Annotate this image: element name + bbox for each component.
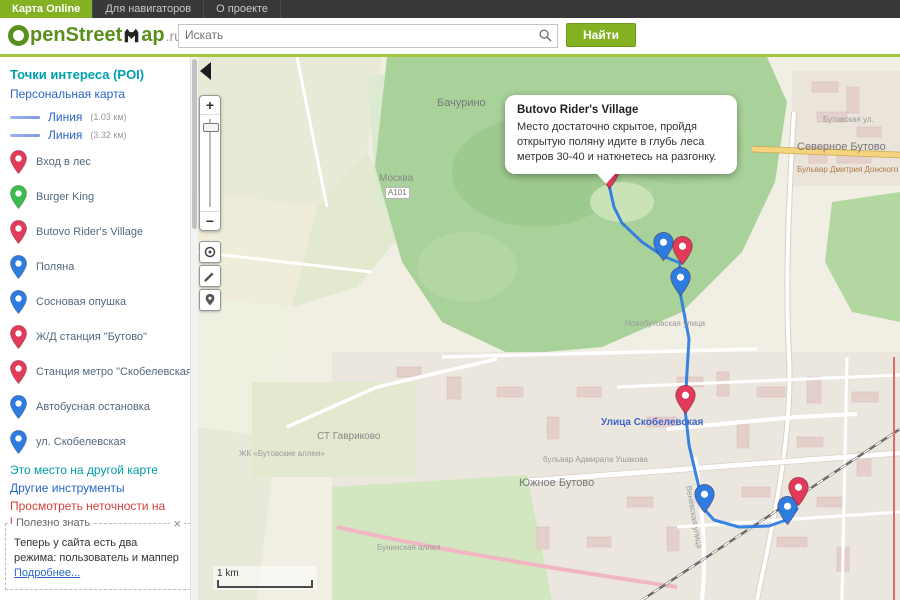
line-label: Линия — [48, 128, 83, 142]
search-input[interactable] — [179, 25, 531, 45]
collapse-sidebar-arrow-icon[interactable] — [200, 62, 211, 80]
measure-button[interactable] — [199, 265, 221, 287]
search-box — [178, 24, 558, 48]
link-other-map[interactable]: Это место на другой карте — [10, 463, 190, 477]
poi-label: ул. Скобелевская — [36, 435, 126, 448]
zoom-in-button[interactable]: + — [200, 96, 220, 114]
tab-about[interactable]: О проекте — [204, 0, 282, 18]
poi-list-item[interactable]: Ж/Д станция "Бутово" — [10, 319, 190, 354]
poi-label: Сосновая опушка — [36, 295, 127, 308]
line-length: (1.03 км) — [90, 112, 127, 122]
add-marker-button[interactable] — [199, 289, 221, 311]
poi-list-item[interactable]: Сосновая опушка — [10, 284, 190, 319]
zoom-out-button[interactable]: − — [200, 212, 220, 230]
map-pin-icon — [10, 219, 27, 244]
popup-title: Butovo Rider's Village — [517, 104, 639, 116]
poi-list-item[interactable]: Поляна — [10, 249, 190, 284]
map-scale: 1 km — [213, 566, 317, 590]
poi-label: Butovo Rider's Village — [36, 225, 144, 238]
popup-text: Место достаточно скрытое, пройдя открыту… — [517, 121, 717, 163]
poi-list-item[interactable]: Burger King — [10, 179, 190, 214]
map-canvas[interactable]: Бачурино Москва А101 Северное Бутово Бут… — [197, 57, 900, 600]
zoom-slider[interactable] — [200, 114, 220, 212]
map-pin-icon — [10, 429, 27, 454]
poi-label: Вход в лес — [36, 155, 91, 168]
tab-navigators[interactable]: Для навигаторов — [93, 0, 205, 18]
map-pin-icon — [10, 149, 27, 174]
poi-label: Автобусная остановка — [36, 400, 150, 413]
poi-label: Станция метро "Скобелевская" — [36, 365, 190, 378]
map-pin-icon — [10, 324, 27, 349]
line-item-2[interactable]: Линия (3.32 км) — [10, 126, 190, 144]
line-swatch-icon — [10, 133, 40, 137]
sidebar: Точки интереса (POI) Персональная карта … — [0, 57, 190, 600]
notice-close-icon[interactable]: × — [170, 515, 184, 534]
poi-list-item[interactable]: Вход в лес — [10, 144, 190, 179]
notice-text: Теперь у сайта есть два режима: пользова… — [14, 537, 179, 565]
poi-list-item[interactable]: Автобусная остановка — [10, 389, 190, 424]
scrollbar-thumb[interactable] — [192, 59, 197, 229]
sidebar-scrollbar[interactable] — [190, 57, 198, 600]
poi-label: Ж/Д станция "Бутово" — [36, 330, 147, 343]
poi-label: Burger King — [36, 190, 95, 203]
logo-text-2: ap — [141, 24, 165, 46]
notice-title: Полезно знать — [12, 516, 95, 532]
poi-list-item[interactable]: Станция метро "Скобелевская" — [10, 354, 190, 389]
poi-label: Поляна — [36, 260, 75, 273]
search-icon[interactable] — [538, 28, 553, 48]
logo-text-1: penStreet — [30, 24, 123, 46]
osm-ru-app: Карта Online Для навигаторов О проекте p… — [0, 0, 900, 600]
poi-list: Вход в лес Burger King Butovo Rider's Vi… — [10, 144, 190, 459]
line-swatch-icon — [10, 115, 40, 119]
zoom-slider-handle[interactable] — [203, 123, 219, 132]
poi-section-title: Точки интереса (POI) — [10, 67, 145, 82]
map-pin-icon — [10, 289, 27, 314]
line-label: Линия — [48, 110, 83, 124]
logo-o-icon — [8, 25, 29, 46]
map-pin-icon — [10, 394, 27, 419]
map-pin-icon — [10, 254, 27, 279]
link-other-tools[interactable]: Другие инструменты — [10, 481, 190, 495]
locate-button[interactable] — [199, 241, 221, 263]
header: penStreet ap.ru Найти — [0, 18, 900, 57]
scale-bar — [217, 580, 313, 588]
poi-list-item[interactable]: ул. Скобелевская — [10, 424, 190, 459]
line-length: (3.32 км) — [90, 130, 127, 140]
notice-box: Полезно знать × Теперь у сайта есть два … — [5, 515, 190, 590]
notice-more-link[interactable]: Подробнее... — [14, 567, 80, 579]
pin-icon — [205, 293, 215, 306]
logo[interactable]: penStreet ap .ru — [8, 24, 182, 47]
tab-map-online[interactable]: Карта Online — [0, 0, 94, 18]
map-pin-icon — [10, 359, 27, 384]
locate-icon — [204, 246, 216, 258]
pencil-icon — [204, 272, 214, 282]
find-button[interactable]: Найти — [566, 23, 636, 47]
map-popup: Butovo Rider's Village Место достаточно … — [505, 95, 737, 184]
personal-map-link[interactable]: Персональная карта — [10, 87, 190, 101]
map-pin-icon — [10, 184, 27, 209]
poi-list-item[interactable]: Butovo Rider's Village — [10, 214, 190, 249]
top-nav-bar: Карта Online Для навигаторов О проекте — [0, 0, 900, 18]
logo-cat-icon — [123, 27, 140, 44]
zoom-control: + − — [199, 95, 221, 231]
line-item-1[interactable]: Линия (1.03 км) — [10, 108, 190, 126]
scale-label: 1 km — [217, 568, 239, 579]
